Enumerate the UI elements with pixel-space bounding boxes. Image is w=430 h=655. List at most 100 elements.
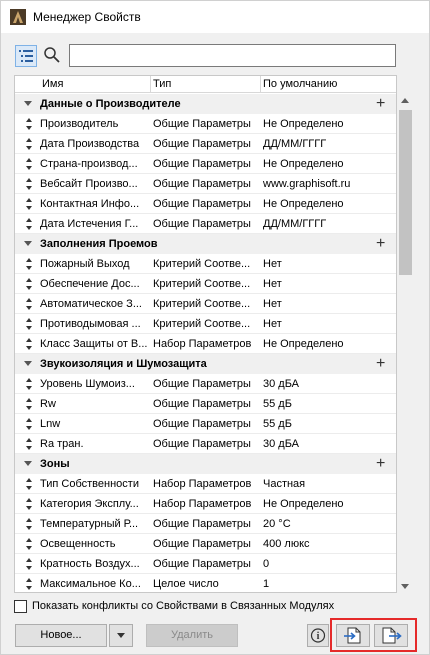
group-row[interactable]: Зоны + (15, 454, 396, 474)
drag-handle-icon[interactable] (25, 478, 33, 490)
new-dropdown-button[interactable] (109, 624, 133, 647)
table-row[interactable]: Lnw Общие Параметры 55 дБ (15, 414, 396, 434)
group-name: Данные о Производителе (40, 98, 181, 110)
table-row[interactable]: Категория Эксплу... Набор Параметров Не Оп… (15, 494, 396, 514)
table-row[interactable]: Ra тран. Общие Параметры 30 дБА (15, 434, 396, 454)
table-row[interactable]: Кратность Воздух... Общие Параметры 0 (15, 554, 396, 574)
drag-handle-icon[interactable] (25, 278, 33, 290)
drag-handle-icon[interactable] (25, 318, 33, 330)
property-type: Общие Параметры (153, 158, 251, 170)
table-row[interactable]: Дата Производства Общие Параметры ДД/ММ/ГГ… (15, 134, 396, 154)
group-row[interactable]: Данные о Производителе + (15, 94, 396, 114)
drag-handle-icon[interactable] (25, 198, 33, 210)
scroll-thumb[interactable] (399, 110, 412, 275)
tree-view-button[interactable] (15, 45, 37, 67)
scroll-up-icon[interactable] (401, 98, 409, 103)
add-property-icon[interactable]: + (376, 455, 385, 473)
property-name: Производитель (40, 118, 119, 130)
title-bar: Менеджер Свойств (1, 1, 429, 33)
group-name: Зоны (40, 458, 70, 470)
property-name: Класс Защиты от В... (40, 338, 148, 350)
add-property-icon[interactable]: + (376, 95, 385, 113)
collapse-arrow-icon[interactable] (24, 361, 32, 366)
search-icon[interactable] (43, 46, 61, 64)
property-type: Общие Параметры (153, 418, 251, 430)
drag-handle-icon[interactable] (25, 218, 33, 230)
column-header-name[interactable]: Имя (42, 78, 63, 90)
table-body: Данные о Производителе + Производитель Об… (15, 94, 396, 592)
table-row[interactable]: Класс Защиты от В... Набор Параметров Не О… (15, 334, 396, 354)
table-row[interactable]: Страна-производ... Общие Параметры Не Опре… (15, 154, 396, 174)
property-type: Критерий Соотве... (153, 318, 251, 330)
drag-handle-icon[interactable] (25, 158, 33, 170)
scroll-down-icon[interactable] (401, 584, 409, 589)
table-row[interactable]: Противодымовая ... Критерий Соотве... Нет (15, 314, 396, 334)
drag-handle-icon[interactable] (25, 118, 33, 130)
delete-button[interactable]: Удалить (146, 624, 238, 647)
collapse-arrow-icon[interactable] (24, 101, 32, 106)
drag-handle-icon[interactable] (25, 498, 33, 510)
drag-handle-icon[interactable] (25, 258, 33, 270)
table-row[interactable]: Максимальное Ко... Целое число 1 (15, 574, 396, 592)
table-row[interactable]: Обеспечение Дос... Критерий Соотве... Нет (15, 274, 396, 294)
column-header-default[interactable]: По умолчанию (263, 78, 337, 90)
show-conflicts-checkbox[interactable] (14, 600, 27, 613)
property-name: Максимальное Ко... (40, 578, 141, 590)
export-button[interactable] (374, 624, 408, 647)
table-row[interactable]: Пожарный Выход Критерий Соотве... Нет (15, 254, 396, 274)
info-button[interactable]: i (307, 624, 329, 647)
property-default: ДД/ММ/ГГГГ (263, 138, 327, 150)
drag-handle-icon[interactable] (25, 298, 33, 310)
drag-handle-icon[interactable] (25, 378, 33, 390)
table-row[interactable]: Контактная Инфо... Общие Параметры Не Опре… (15, 194, 396, 214)
property-default: Нет (263, 298, 282, 310)
table-row[interactable]: Тип Собственности Набор Параметров Частная (15, 474, 396, 494)
property-type: Общие Параметры (153, 118, 251, 130)
collapse-arrow-icon[interactable] (24, 461, 32, 466)
property-default: Частная (263, 478, 306, 490)
properties-table: Имя Тип По умолчанию Данные о Производит… (14, 75, 397, 593)
group-row[interactable]: Звукоизоляция и Шумозащита + (15, 354, 396, 374)
property-default: Нет (263, 318, 282, 330)
table-row[interactable]: Вебсайт Произво... Общие Параметры www.gra… (15, 174, 396, 194)
drag-handle-icon[interactable] (25, 398, 33, 410)
show-conflicts-label[interactable]: Показать конфликты со Свойствами в Связа… (32, 600, 334, 612)
property-default: ДД/ММ/ГГГГ (263, 218, 327, 230)
column-divider[interactable] (150, 76, 151, 93)
table-row[interactable]: Автоматическое З... Критерий Соотве... Нет (15, 294, 396, 314)
drag-handle-icon[interactable] (25, 558, 33, 570)
new-button[interactable]: Новое... (15, 624, 107, 647)
search-input[interactable] (69, 44, 396, 67)
drag-handle-icon[interactable] (25, 338, 33, 350)
property-type: Критерий Соотве... (153, 258, 251, 270)
table-row[interactable]: Температурный Р... Общие Параметры 20 °C (15, 514, 396, 534)
drag-handle-icon[interactable] (25, 538, 33, 550)
drag-handle-icon[interactable] (25, 578, 33, 590)
drag-handle-icon[interactable] (25, 178, 33, 190)
table-row[interactable]: Производитель Общие Параметры Не Определен… (15, 114, 396, 134)
table-row[interactable]: Rw Общие Параметры 55 дБ (15, 394, 396, 414)
drag-handle-icon[interactable] (25, 438, 33, 450)
add-property-icon[interactable]: + (376, 355, 385, 373)
property-default: 55 дБ (263, 418, 292, 430)
group-row[interactable]: Заполнения Проемов + (15, 234, 396, 254)
column-header-type[interactable]: Тип (153, 78, 171, 90)
drag-handle-icon[interactable] (25, 138, 33, 150)
vertical-scrollbar[interactable] (397, 94, 414, 593)
add-property-icon[interactable]: + (376, 235, 385, 253)
property-name: Категория Эксплу... (40, 498, 139, 510)
tree-list-icon (19, 50, 33, 62)
window-title: Менеджер Свойств (33, 10, 141, 24)
drag-handle-icon[interactable] (25, 418, 33, 430)
column-divider[interactable] (260, 76, 261, 93)
table-header: Имя Тип По умолчанию (15, 76, 396, 93)
property-name: Автоматическое З... (40, 298, 142, 310)
table-row[interactable]: Дата Истечения Г... Общие Параметры ДД/ММ/… (15, 214, 396, 234)
drag-handle-icon[interactable] (25, 518, 33, 530)
import-button[interactable] (336, 624, 370, 647)
table-row[interactable]: Освещенность Общие Параметры 400 люкс (15, 534, 396, 554)
collapse-arrow-icon[interactable] (24, 241, 32, 246)
property-type: Общие Параметры (153, 438, 251, 450)
table-row[interactable]: Уровень Шумоиз... Общие Параметры 30 дБА (15, 374, 396, 394)
property-default: 30 дБА (263, 378, 300, 390)
